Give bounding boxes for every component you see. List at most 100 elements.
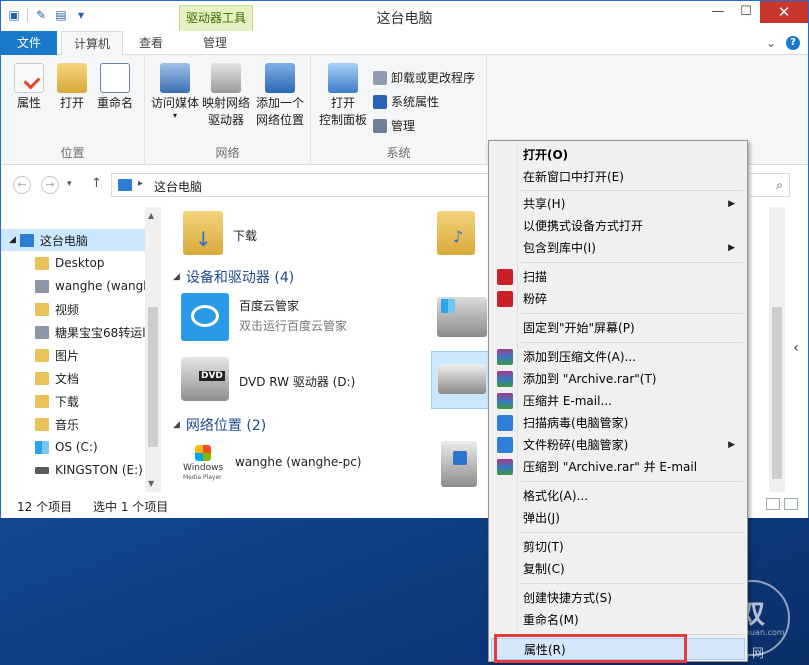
menu-item-virus-scan[interactable]: 扫描病毒(电脑管家) <box>491 412 745 434</box>
window-title: 这台电脑 <box>376 11 433 27</box>
new-folder-icon[interactable]: ▤ <box>54 8 68 22</box>
recent-locations-icon[interactable]: ▾ <box>67 179 72 189</box>
scrollbar-thumb[interactable] <box>772 307 782 479</box>
access-media-button[interactable]: 访问媒体 ▾ <box>147 63 203 120</box>
uninstall-program-button[interactable]: 卸载或更改程序 <box>373 69 475 86</box>
search-box[interactable]: ⌕ <box>750 173 790 197</box>
menu-item-compress-rar-email[interactable]: 压缩到 "Archive.rar" 并 E-mail <box>491 456 745 478</box>
nav-item-media-device[interactable]: wanghe (wangh <box>1 275 161 297</box>
scroll-down-icon[interactable]: ▼ <box>148 479 154 488</box>
menu-item-format[interactable]: 格式化(A)... <box>491 485 745 507</box>
dvd-drive-tile[interactable]: DVD DVD RW 驱动器 (D:) <box>181 357 355 401</box>
back-button[interactable]: ← <box>13 176 31 194</box>
downloads-tile[interactable]: ↓ 下载 <box>183 211 257 255</box>
menu-item-copy[interactable]: 复制(C) <box>491 558 745 580</box>
menu-item-pin-start[interactable]: 固定到"开始"屏幕(P) <box>491 317 745 339</box>
close-button[interactable]: ✕ <box>760 1 808 23</box>
nav-item-label: 下载 <box>55 394 80 409</box>
drive-c-tile[interactable] <box>437 297 487 337</box>
scroll-up-icon[interactable]: ▲ <box>148 211 154 220</box>
nav-item-drive-e[interactable]: KINGSTON (E:) <box>1 459 161 481</box>
media-player-tile[interactable]: Windows Media Player wanghe (wanghe-pc) <box>183 441 361 485</box>
network-media-device-icon <box>441 441 477 487</box>
properties-icon[interactable]: ✎ <box>34 8 48 22</box>
add-network-location-button[interactable]: 添加一个 网络位置 <box>253 63 307 129</box>
nav-item-downloads[interactable]: 下载 <box>1 390 161 412</box>
wmp-brand-line-1: Windows <box>183 463 224 473</box>
control-panel-button[interactable]: 打开 控制面板 <box>317 63 369 129</box>
nav-item-label: 视频 <box>55 302 80 317</box>
menu-item-shred[interactable]: 粉碎 <box>491 288 745 310</box>
group-label-location: 位置 <box>60 146 85 160</box>
section-header-network[interactable]: ◢ 网络位置 (2) <box>173 415 266 435</box>
winrar-icon <box>497 393 513 409</box>
up-button[interactable]: ↑ <box>91 176 102 191</box>
nav-item-this-pc[interactable]: ◢ 这台电脑 <box>1 229 161 251</box>
chevron-down-icon[interactable]: ⌄ <box>764 36 778 50</box>
content-scrollbar[interactable] <box>769 207 785 492</box>
collapse-icon[interactable]: ◢ <box>173 272 180 282</box>
maximize-button[interactable]: ☐ <box>732 1 760 23</box>
submenu-arrow-icon: ▶ <box>728 243 735 253</box>
menu-item-eject[interactable]: 弹出(J) <box>491 507 745 529</box>
manage-button[interactable]: 管理 <box>373 117 415 134</box>
nav-item-label: 糖果宝宝68转运l <box>55 325 146 340</box>
rename-icon <box>100 63 130 93</box>
properties-button[interactable]: 属性 <box>9 63 49 112</box>
collapse-icon[interactable]: ◢ <box>173 420 180 430</box>
nav-item-candy[interactable]: 糖果宝宝68转运l <box>1 321 161 343</box>
nav-pane-scrollbar[interactable]: ▲ ▼ <box>145 207 161 492</box>
tab-computer[interactable]: 计算机 <box>61 31 123 56</box>
search-icon: ⌕ <box>776 178 783 192</box>
tab-manage[interactable]: 管理 <box>183 31 247 55</box>
menu-item-open-portable[interactable]: 以便携式设备方式打开 <box>491 215 745 237</box>
menu-item-cut[interactable]: 剪切(T) <box>491 536 745 558</box>
nav-item-desktop[interactable]: Desktop <box>1 252 161 274</box>
shield-icon <box>497 291 513 307</box>
music-tile[interactable]: ♪ <box>437 211 475 255</box>
menu-item-file-shred[interactable]: 文件粉碎(电脑管家) ▶ <box>491 434 745 456</box>
nav-item-drive-c[interactable]: OS (C:) <box>1 436 161 458</box>
breadcrumb-separator-icon[interactable]: ▸ <box>138 178 143 189</box>
nav-item-documents[interactable]: 文档 <box>1 367 161 389</box>
menu-item-create-shortcut[interactable]: 创建快捷方式(S) <box>491 587 745 609</box>
baidu-cloud-tile[interactable]: 百度云管家 双击运行百度云管家 <box>181 293 347 341</box>
menu-item-include-library[interactable]: 包含到库中(I) ▶ <box>491 237 745 259</box>
map-network-drive-button[interactable]: 映射网络 驱动器 <box>201 63 251 129</box>
menu-item-share[interactable]: 共享(H) ▶ <box>491 193 745 215</box>
nav-item-music[interactable]: 音乐 <box>1 413 161 435</box>
ribbon-group-system: 打开 控制面板 卸载或更改程序 系统属性 管理 系统 <box>311 55 487 165</box>
open-button[interactable]: 打开 <box>53 63 91 112</box>
section-header-devices[interactable]: ◢ 设备和驱动器 (4) <box>173 267 294 287</box>
tab-view[interactable]: 查看 <box>125 31 177 55</box>
rename-button[interactable]: 重命名 <box>93 63 137 112</box>
dvd-badge: DVD <box>199 371 225 381</box>
nav-item-pictures[interactable]: 图片 <box>1 344 161 366</box>
baidu-cloud-icon <box>181 293 229 341</box>
tiles-view-icon[interactable] <box>784 498 798 510</box>
menu-item-open-new-window[interactable]: 在新窗口中打开(E) <box>491 166 745 188</box>
add-location-label-2: 网络位置 <box>255 113 304 127</box>
menu-item-add-archive-rar[interactable]: 添加到 "Archive.rar"(T) <box>491 368 745 390</box>
breadcrumb-this-pc[interactable]: 这台电脑 <box>154 178 202 195</box>
network-device-tile[interactable] <box>441 441 477 487</box>
menu-item-add-archive[interactable]: 添加到压缩文件(A)... <box>491 346 745 368</box>
address-bar[interactable]: ▸ 这台电脑 <box>111 173 491 197</box>
details-view-icon[interactable] <box>766 498 780 510</box>
selected-drive-tile[interactable] <box>431 351 493 409</box>
menu-item-scan[interactable]: 扫描 <box>491 266 745 288</box>
expand-icon[interactable]: ◢ <box>9 235 16 245</box>
menu-item-open[interactable]: 打开(O) <box>491 144 745 166</box>
help-icon[interactable]: ? <box>786 36 800 50</box>
forward-button[interactable]: → <box>41 176 59 194</box>
section-header-label: 设备和驱动器 (4) <box>185 270 295 286</box>
scrollbar-thumb[interactable] <box>148 307 158 447</box>
control-panel-icon <box>328 63 358 93</box>
menu-item-compress-email[interactable]: 压缩并 E-mail... <box>491 390 745 412</box>
system-properties-button[interactable]: 系统属性 <box>373 93 439 110</box>
minimize-button[interactable]: — <box>704 1 732 23</box>
nav-item-videos[interactable]: 视频 <box>1 298 161 320</box>
tab-file[interactable]: 文件 <box>1 31 57 55</box>
menu-item-rename[interactable]: 重命名(M) <box>491 609 745 631</box>
customize-qat-icon[interactable]: ▾ <box>74 8 88 22</box>
